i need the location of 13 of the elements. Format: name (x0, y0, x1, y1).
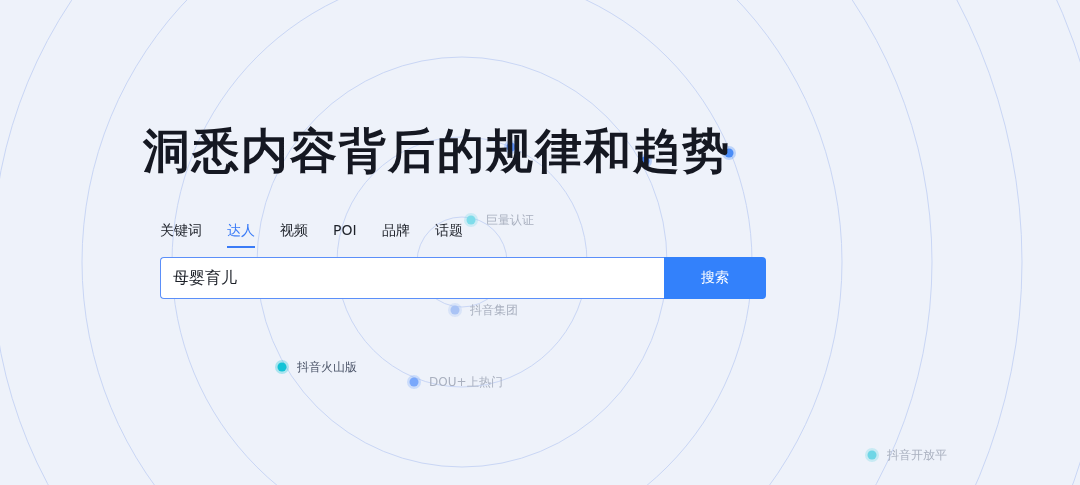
search-tab[interactable]: 视频 (280, 220, 308, 248)
search-tab[interactable]: 关键词 (160, 220, 202, 248)
node-label: 抖音火山版 (297, 359, 357, 376)
node-label: 巨量认证 (486, 212, 534, 229)
headline: 洞悉内容背后的规律和趋势 (143, 122, 732, 180)
search-button[interactable]: 搜索 (664, 257, 766, 299)
search-field[interactable]: 母婴育儿 (160, 257, 664, 299)
node-label: 抖音开放平 (887, 447, 947, 464)
search-tab[interactable]: 达人 (227, 220, 255, 248)
search-tab[interactable]: 品牌 (381, 220, 410, 248)
search-tab[interactable]: 话题 (434, 220, 463, 248)
search-tab[interactable]: POI (333, 220, 357, 248)
node-label: 抖音集团 (470, 302, 518, 319)
